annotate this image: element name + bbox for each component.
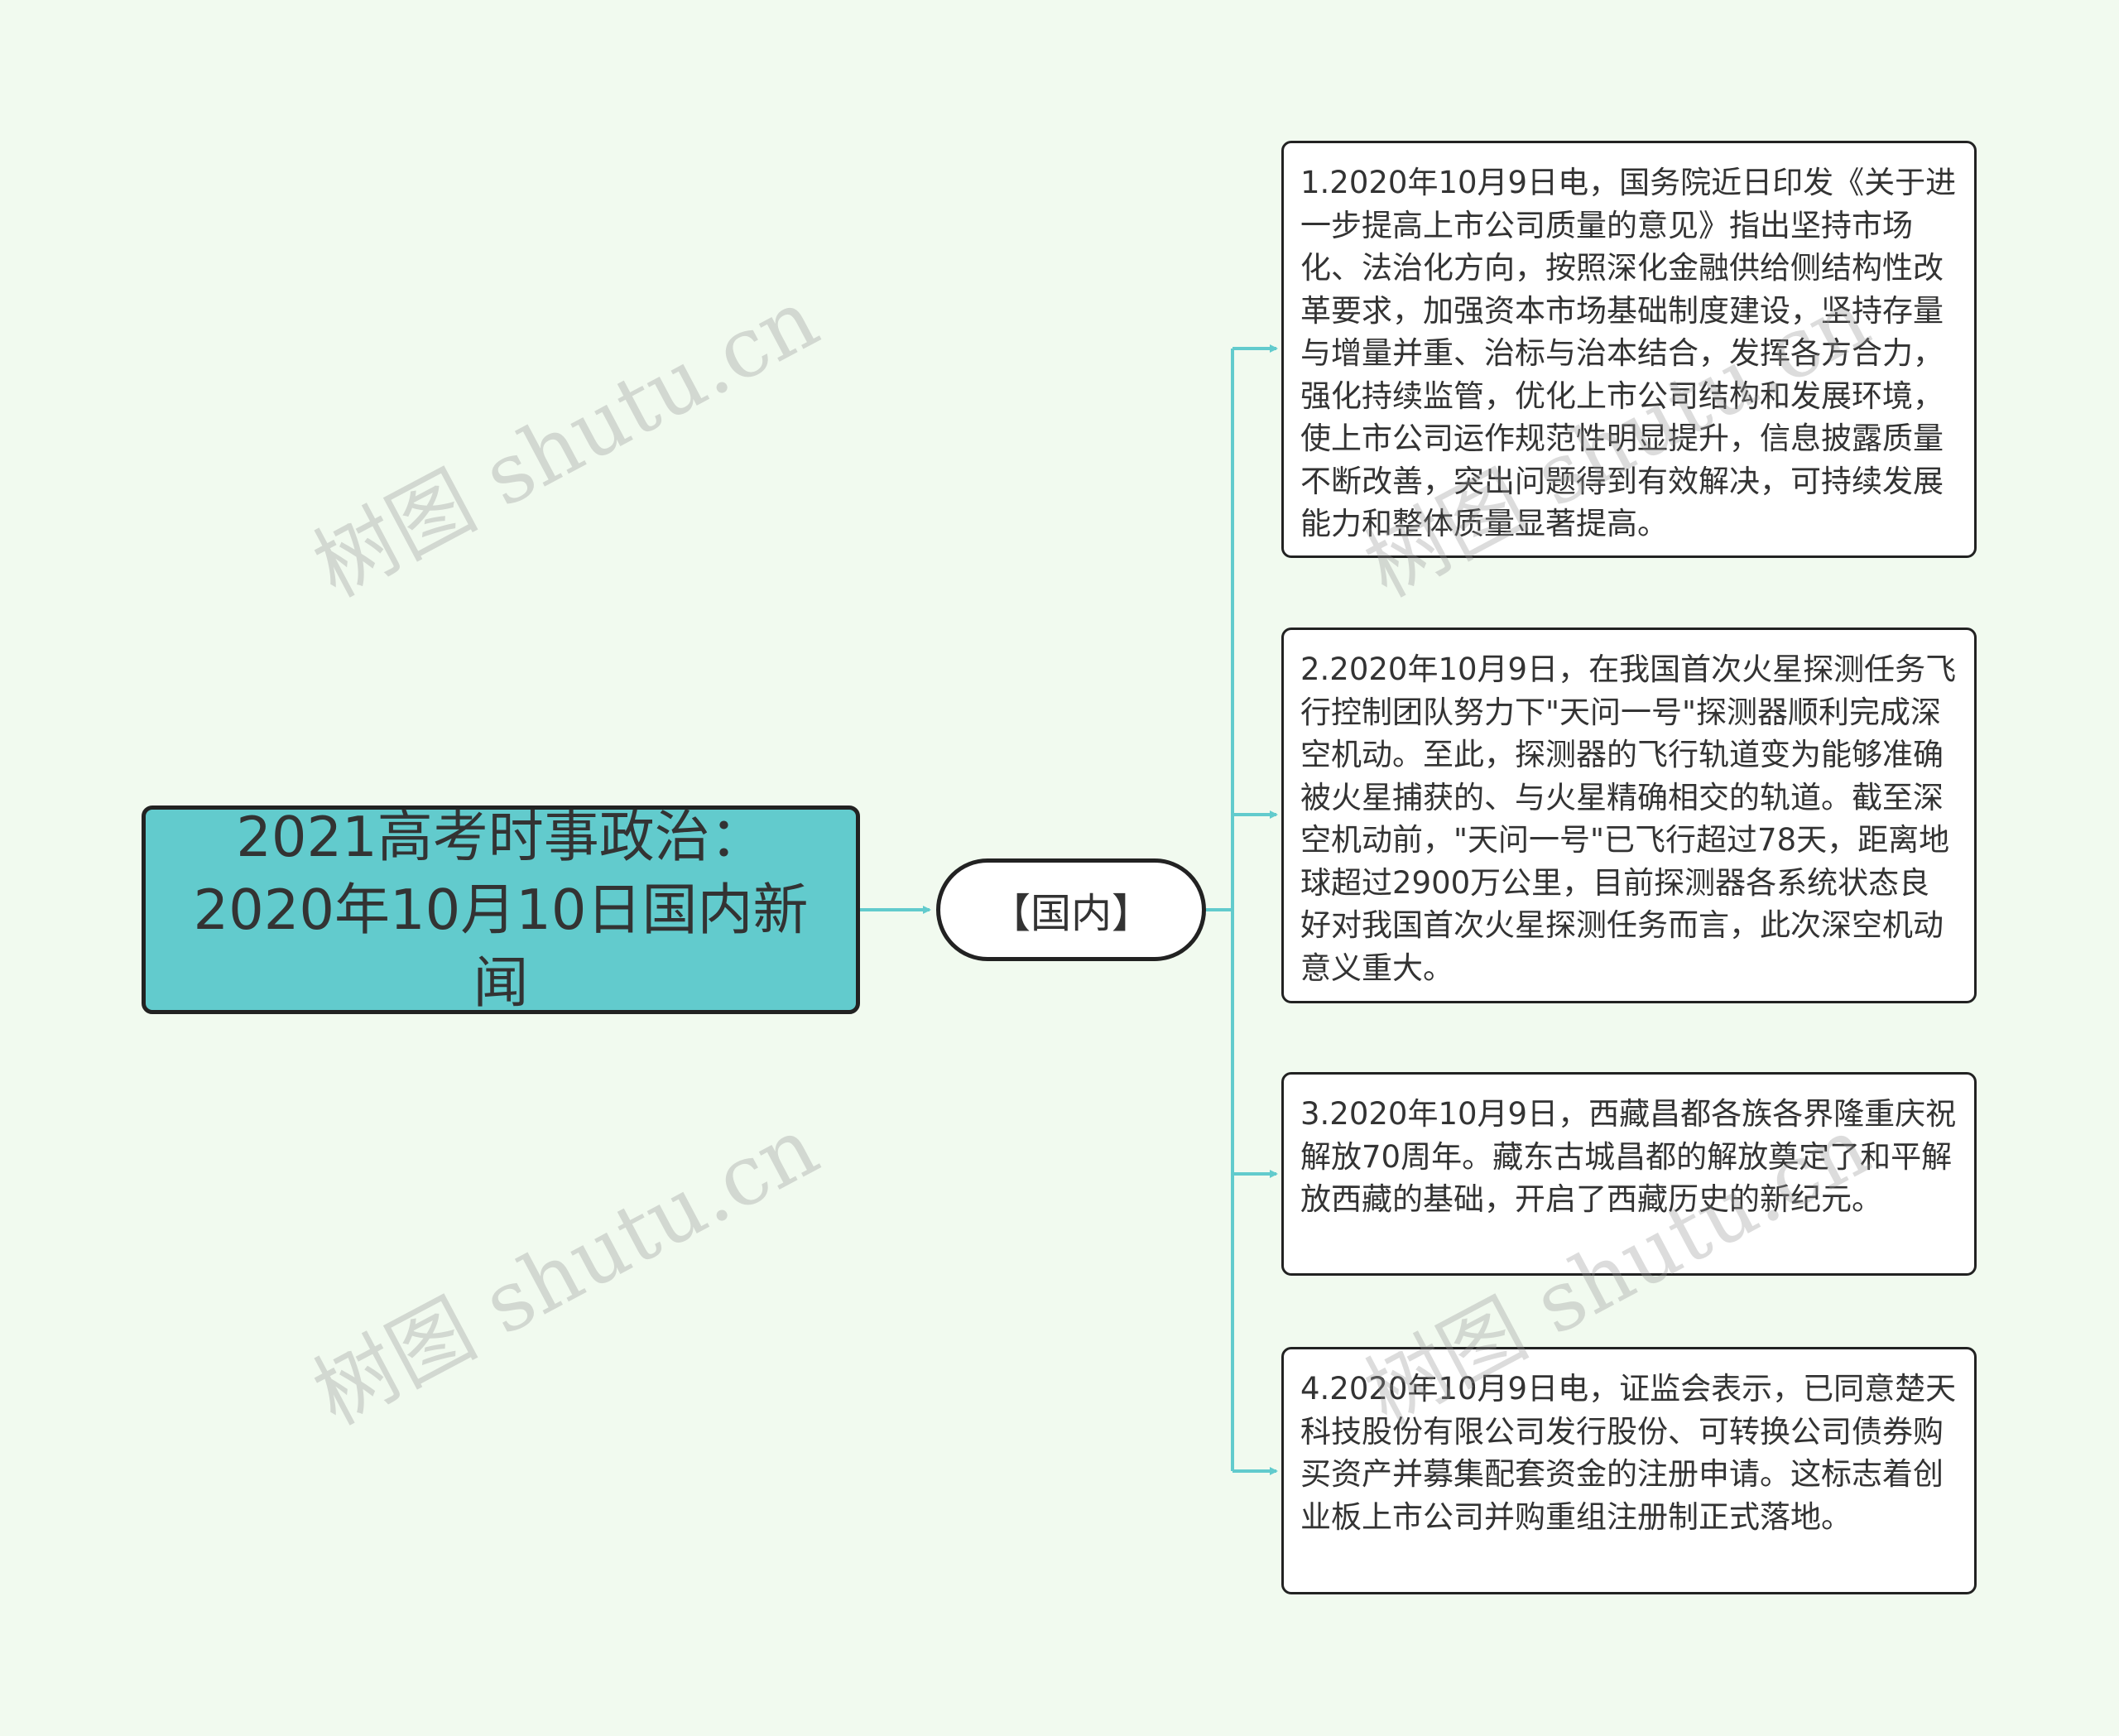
leaf-text: 2.2020年10月9日，在我国首次火星探测任务飞行控制团队努力下"天问一号"探…: [1300, 652, 1957, 986]
leaf-node-1[interactable]: 1.2020年10月9日电，国务院近日印发《关于进一步提高上市公司质量的意见》指…: [1281, 141, 1977, 558]
leaf-node-3[interactable]: 3.2020年10月9日，西藏昌都各族各界隆重庆祝解放70周年。藏东古城昌都的解…: [1281, 1072, 1977, 1276]
leaf-text: 1.2020年10月9日电，国务院近日印发《关于进一步提高上市公司质量的意见》指…: [1300, 165, 1957, 541]
leaf-text: 4.2020年10月9日电，证监会表示，已同意楚天科技股份有限公司发行股份、可转…: [1300, 1371, 1957, 1535]
leaf-node-4[interactable]: 4.2020年10月9日电，证监会表示，已同意楚天科技股份有限公司发行股份、可转…: [1281, 1347, 1977, 1594]
branch-label: 【国内】: [989, 889, 1152, 937]
root-node[interactable]: 2021高考时事政治：2020年10月10日国内新闻: [142, 805, 860, 1015]
leaf-node-2[interactable]: 2.2020年10月9日，在我国首次火星探测任务飞行控制团队努力下"天问一号"探…: [1281, 628, 1977, 1003]
branch-trunk-connector: [1206, 349, 1234, 1471]
root-title: 2021高考时事政治：2020年10月10日国内新闻: [193, 805, 809, 1015]
branch-node-domestic[interactable]: 【国内】: [936, 858, 1206, 961]
leaf-text: 3.2020年10月9日，西藏昌都各族各界隆重庆祝解放70周年。藏东古城昌都的解…: [1300, 1096, 1957, 1217]
